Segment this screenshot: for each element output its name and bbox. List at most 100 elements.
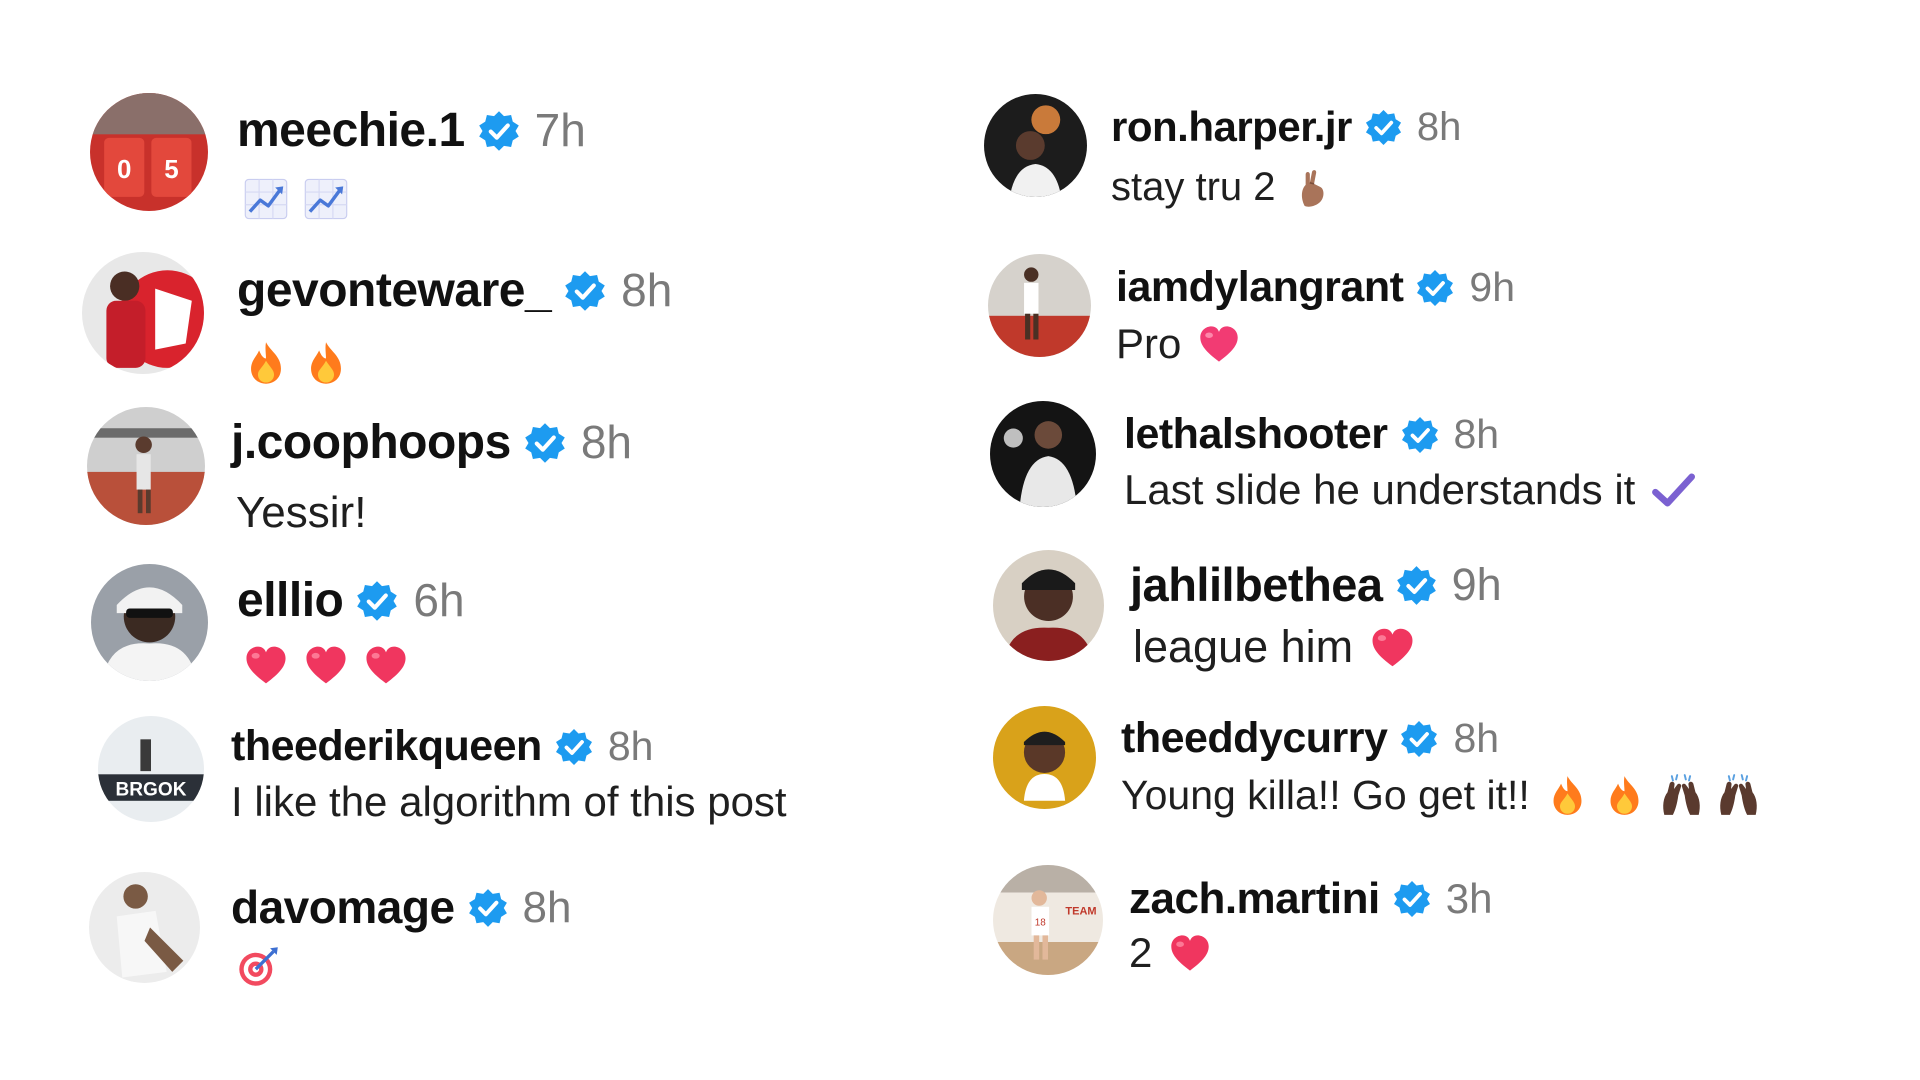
- avatar[interactable]: 0 5: [90, 93, 208, 211]
- username-link[interactable]: davomage: [231, 881, 455, 934]
- username-link[interactable]: gevonteware_: [237, 263, 552, 318]
- verified-badge-icon: [1364, 108, 1403, 147]
- comment-body: Pro: [1116, 320, 1241, 367]
- comment-body: Last slide he understands it: [1124, 466, 1696, 513]
- comment-timestamp: 8h: [1453, 715, 1500, 761]
- comment-body: league him: [1133, 621, 1416, 672]
- comment-text: Pro: [1116, 320, 1182, 367]
- comment-body: 2: [1129, 929, 1212, 976]
- comment-timestamp: 6h: [413, 574, 465, 626]
- red-heart-icon: [363, 642, 409, 688]
- avatar[interactable]: [82, 252, 204, 374]
- comment-header: elllio 6h: [237, 573, 465, 628]
- svg-text:BRGOK: BRGOK: [116, 780, 187, 801]
- verified-badge-icon: [355, 579, 399, 623]
- comment-header: theederikqueen 8h: [231, 722, 653, 771]
- comment-timestamp: 8h: [522, 883, 572, 932]
- avatar[interactable]: [87, 407, 205, 525]
- verified-badge-icon: [1392, 879, 1432, 919]
- comment-timestamp: 8h: [621, 264, 673, 316]
- username-link[interactable]: zach.martini: [1129, 873, 1380, 924]
- red-heart-icon: [1168, 931, 1212, 975]
- comment-body: Young killa!! Go get it!!: [1121, 772, 1760, 818]
- comment-body: Yessir!: [236, 488, 366, 538]
- comment-text: I like the algorithm of this post: [231, 778, 787, 825]
- crossed-fingers-icon: [1292, 166, 1334, 208]
- verified-badge-icon: [1395, 564, 1438, 607]
- comment-text: 2: [1129, 929, 1153, 976]
- username-link[interactable]: ron.harper.jr: [1111, 103, 1352, 151]
- comment-header: iamdylangrant 9h: [1116, 263, 1515, 312]
- comment-body: [243, 338, 349, 388]
- comment-header: ron.harper.jr 8h: [1111, 103, 1461, 151]
- verified-badge-icon: [554, 727, 594, 767]
- chart-increasing-icon: [303, 176, 349, 222]
- username-link[interactable]: elllio: [237, 573, 344, 628]
- username-link[interactable]: meechie.1: [237, 103, 465, 158]
- comment-body: [243, 174, 349, 224]
- username-link[interactable]: j.coophoops: [231, 415, 511, 470]
- bullseye-icon: [236, 945, 280, 989]
- verified-badge-icon: [467, 887, 509, 929]
- avatar[interactable]: [993, 706, 1096, 809]
- username-link[interactable]: lethalshooter: [1124, 410, 1388, 459]
- comment-timestamp: 3h: [1445, 875, 1493, 922]
- comment-text: Last slide he understands it: [1124, 466, 1636, 513]
- comment-header: gevonteware_ 8h: [237, 263, 672, 318]
- fire-icon: [243, 340, 289, 386]
- verified-badge-icon: [1399, 719, 1439, 759]
- comment-text: stay tru 2: [1111, 164, 1276, 209]
- comment-body: I like the algorithm of this post: [231, 778, 787, 826]
- red-heart-icon: [243, 642, 289, 688]
- verified-badge-icon: [563, 269, 607, 313]
- comment-timestamp: 9h: [1469, 264, 1516, 310]
- fire-icon: [1603, 774, 1646, 817]
- comment-header: theeddycurry 8h: [1121, 714, 1499, 763]
- username-link[interactable]: iamdylangrant: [1116, 263, 1404, 312]
- username-link[interactable]: theederikqueen: [231, 722, 542, 771]
- avatar[interactable]: [91, 564, 208, 681]
- fire-icon: [303, 340, 349, 386]
- avatar[interactable]: BRGOK: [98, 716, 204, 822]
- pink-heart-icon: [1197, 322, 1241, 366]
- comment-text: Young killa!! Go get it!!: [1121, 771, 1530, 818]
- comment-header: meechie.1 7h: [237, 103, 586, 158]
- comment-timestamp: 8h: [1416, 105, 1462, 149]
- raising-hands-icon: [1717, 773, 1760, 817]
- comment-timestamp: 8h: [1453, 411, 1500, 457]
- avatar[interactable]: 18 TEAM: [993, 865, 1103, 975]
- comment-timestamp: 9h: [1451, 559, 1502, 610]
- svg-text:TEAM: TEAM: [1065, 906, 1096, 918]
- verified-badge-icon: [523, 421, 567, 465]
- comment-timestamp: 8h: [580, 416, 632, 468]
- avatar[interactable]: [988, 254, 1091, 357]
- avatar[interactable]: [993, 550, 1104, 661]
- svg-text:18: 18: [1035, 918, 1047, 929]
- red-heart-icon: [303, 642, 349, 688]
- comment-body: stay tru 2: [1111, 165, 1334, 209]
- svg-text:5: 5: [164, 154, 178, 184]
- check-mark-icon: [1651, 468, 1696, 512]
- comment-timestamp: 8h: [607, 723, 654, 769]
- avatar[interactable]: [89, 872, 200, 983]
- comment-text: Yessir!: [236, 488, 367, 537]
- comment-body: [243, 640, 409, 690]
- avatar[interactable]: [984, 94, 1087, 197]
- verified-badge-icon: [1415, 268, 1455, 308]
- fire-icon: [1546, 774, 1589, 817]
- comment-header: davomage 8h: [231, 881, 571, 934]
- red-heart-icon: [1369, 624, 1416, 671]
- avatar[interactable]: [990, 401, 1096, 507]
- comment-text: league him: [1133, 621, 1354, 672]
- svg-text:0: 0: [117, 154, 131, 184]
- chart-increasing-icon: [243, 176, 289, 222]
- comment-body: [236, 943, 280, 991]
- comment-header: lethalshooter 8h: [1124, 410, 1499, 459]
- comment-header: jahlilbethea 9h: [1130, 558, 1502, 612]
- username-link[interactable]: theeddycurry: [1121, 714, 1388, 763]
- username-link[interactable]: jahlilbethea: [1130, 558, 1383, 612]
- comment-header: j.coophoops 8h: [231, 415, 632, 470]
- comment-header: zach.martini 3h: [1129, 873, 1492, 924]
- verified-badge-icon: [477, 109, 521, 153]
- comment-timestamp: 7h: [534, 104, 586, 156]
